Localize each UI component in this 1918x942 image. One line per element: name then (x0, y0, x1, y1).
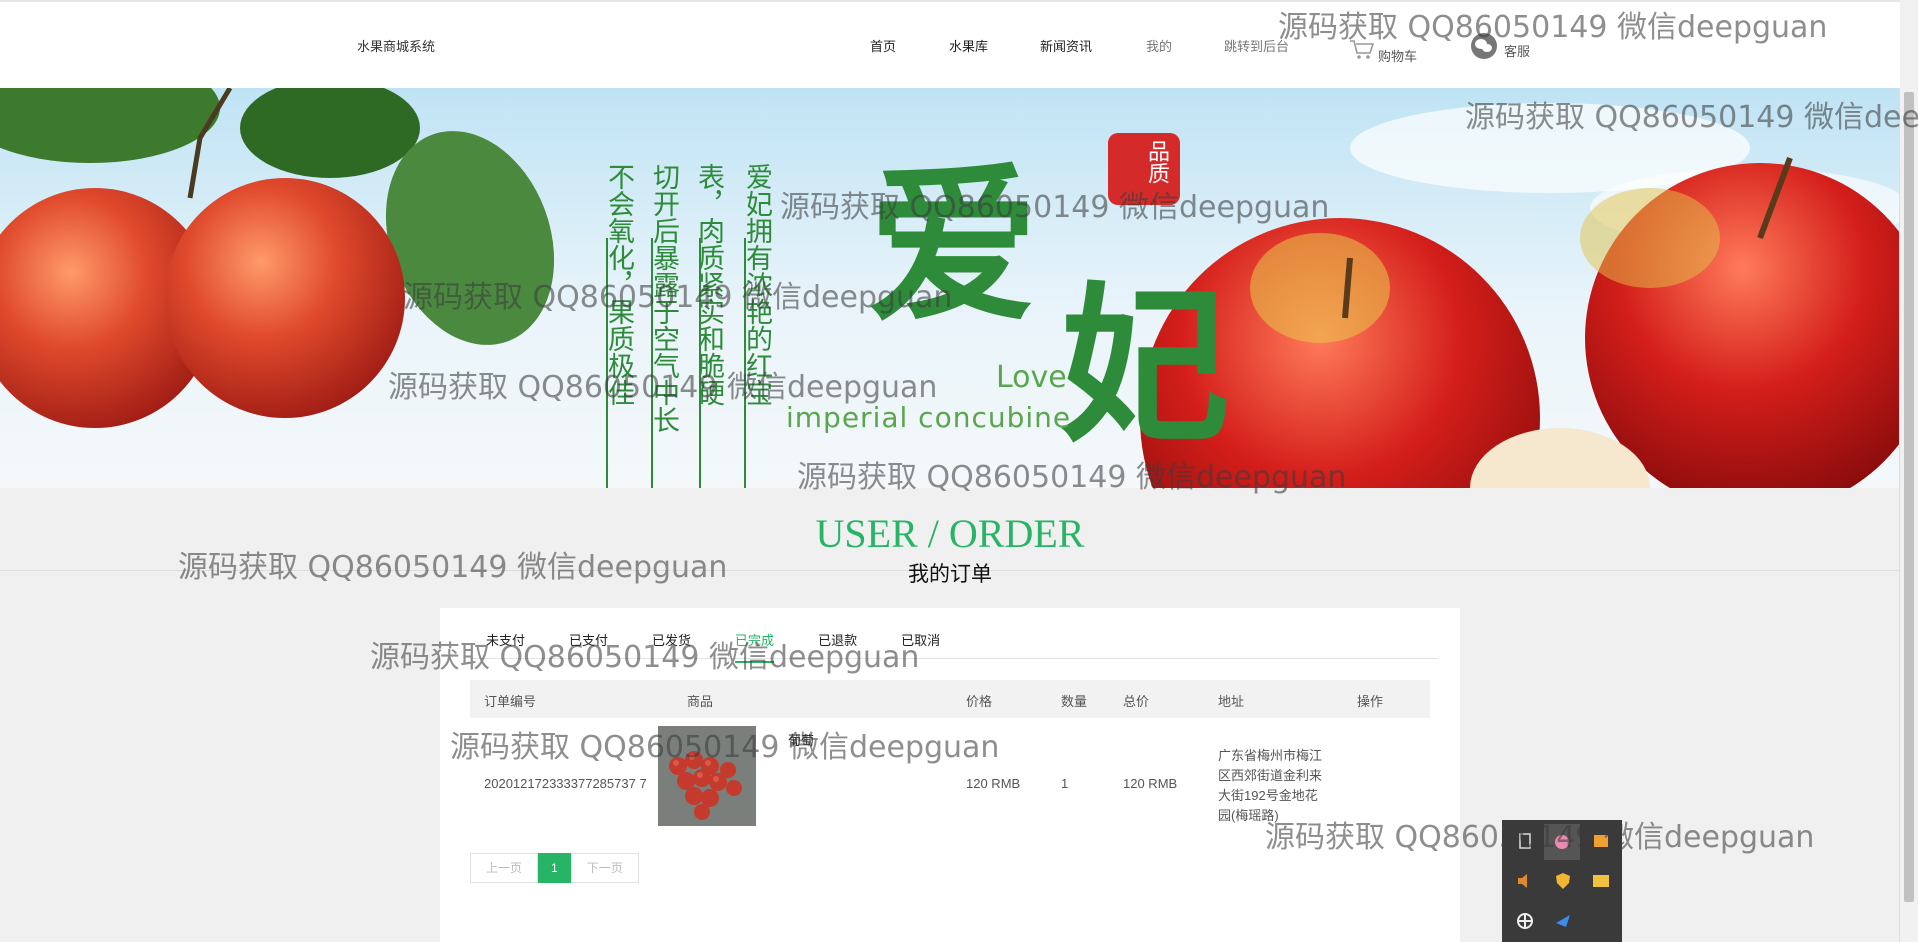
bluetooth-tray-icon[interactable] (1552, 910, 1574, 932)
product-thumbnail[interactable] (658, 726, 756, 826)
table-header: 订单编号 商品 价格 数量 总价 地址 操作 (470, 680, 1430, 718)
order-price: 120 RMB (966, 776, 1021, 791)
col-price: 价格 (966, 694, 993, 709)
security-shield-icon[interactable] (1552, 870, 1574, 892)
pagination: 上一页 1 下一页 (470, 853, 639, 883)
product-name[interactable]: 葡萄 (788, 730, 814, 749)
banner-seal: 品质 (1145, 140, 1170, 184)
cart-link[interactable]: 购物车 (1348, 32, 1417, 65)
section-title: USER / ORDER (815, 511, 1085, 556)
wechat-icon (1470, 32, 1498, 60)
site-brand[interactable]: 水果商城系统 (357, 36, 435, 55)
poem-col-3: 切开后暴露于空气中长 (649, 163, 679, 433)
nav-home[interactable]: 首页 (870, 36, 896, 55)
section-subtitle: 我的订单 (908, 563, 992, 586)
app-tray-icon[interactable] (1544, 824, 1580, 860)
prev-page-button[interactable]: 上一页 (470, 853, 539, 883)
col-product: 商品 (687, 694, 714, 709)
banner-love: Love (996, 360, 1067, 395)
order-address: 广东省梅州市梅江区西郊街道金利来大街192号金地花园(梅瑶路) (1218, 748, 1323, 823)
top-navbar: 水果商城系统 首页 水果库 新闻资讯 我的 跳转到后台 购物车 客服 (0, 0, 1900, 88)
order-total: 120 RMB (1123, 776, 1178, 791)
cart-icon (1348, 37, 1376, 61)
col-order-no: 订单编号 (484, 694, 537, 709)
banner-big-char-2: 妃 (1060, 266, 1231, 466)
defender-icon[interactable] (1514, 910, 1536, 932)
table-row: 202012172333377285737 7 葡萄 120 RMB 1 120… (470, 728, 1430, 828)
usb-device-icon[interactable] (1514, 830, 1536, 852)
hero-banner: 爱妃拥有浓艳的红宝 表，肉质紧实和脆硬 切开后暴露于空气中长 不会氧化，果质极佳… (0, 88, 1900, 488)
orders-panel: 未支付 已支付 已发货 已完成 已退款 已取消 订单编号 商品 价格 数量 总价… (440, 608, 1460, 942)
service-link[interactable]: 客服 (1470, 32, 1530, 60)
nav-mine[interactable]: 我的 (1146, 36, 1172, 55)
order-number: 202012172333377285737 7 (484, 776, 647, 791)
col-action: 操作 (1357, 694, 1384, 709)
scrollbar-thumb[interactable] (1904, 92, 1914, 902)
nav-fruit-library[interactable]: 水果库 (949, 36, 988, 55)
col-qty: 数量 (1061, 694, 1088, 709)
system-tray-popup (1502, 820, 1622, 942)
order-qty: 1 (1061, 776, 1069, 791)
poem-col-2: 表，肉质紧实和脆硬 (694, 163, 724, 406)
cart-label: 购物车 (1378, 49, 1418, 64)
tabs-divider (470, 658, 1438, 659)
nav-news[interactable]: 新闻资讯 (1040, 36, 1092, 55)
current-page-button[interactable]: 1 (538, 853, 571, 883)
service-label: 客服 (1504, 43, 1531, 59)
poem-col-4: 不会氧化，果质极佳 (604, 163, 634, 406)
banner-big-char-1: 爱 (868, 146, 1039, 346)
volume-icon[interactable] (1514, 870, 1536, 892)
col-address: 地址 (1218, 694, 1245, 709)
firewall-tray-icon[interactable] (1590, 830, 1612, 852)
page-scrollbar[interactable] (1899, 88, 1918, 942)
banner-imperial: imperial concubine (786, 401, 1072, 434)
nav-admin[interactable]: 跳转到后台 (1224, 36, 1289, 55)
next-page-button[interactable]: 下一页 (570, 853, 639, 883)
window-tray-icon[interactable] (1590, 870, 1612, 892)
poem-col-1: 爱妃拥有浓艳的红宝 (742, 163, 772, 406)
col-total: 总价 (1123, 694, 1150, 709)
